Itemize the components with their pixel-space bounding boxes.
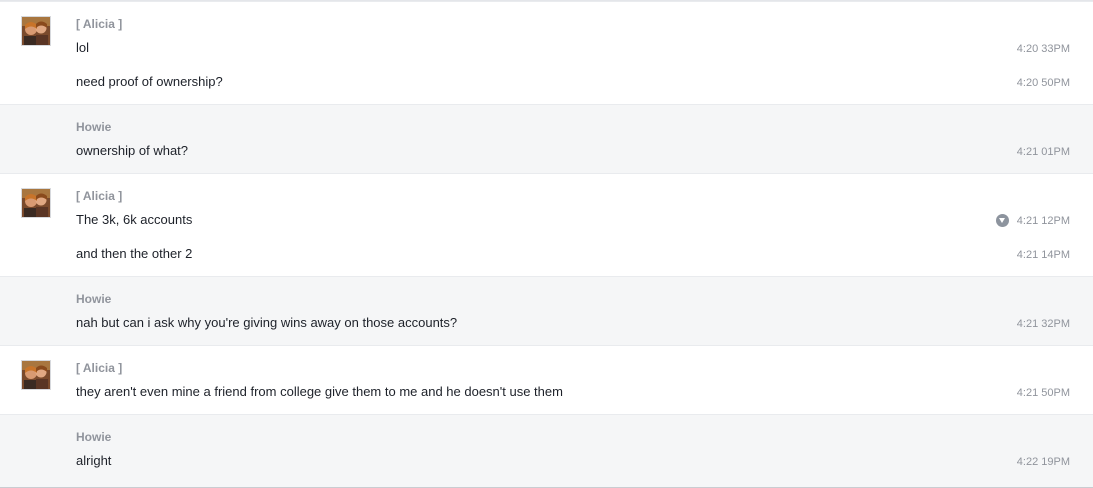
message-text: they aren't even mine a friend from coll… xyxy=(76,384,563,399)
sender-name[interactable]: Howie xyxy=(76,430,111,444)
message-group-alicia: [ Alicia ] The 3k, 6k accounts 4:21 12PM… xyxy=(0,173,1093,276)
sender-name[interactable]: [ Alicia ] xyxy=(76,361,122,375)
message-group-alicia: [ Alicia ] lol 4:20 33PM need proof of o… xyxy=(0,1,1093,104)
message-group-howie: Howie alright 4:22 19PM xyxy=(0,414,1093,487)
avatar[interactable] xyxy=(21,360,51,390)
message-text: need proof of ownership? xyxy=(76,74,223,89)
sender-name[interactable]: Howie xyxy=(76,292,111,306)
message-text: ownership of what? xyxy=(76,143,189,158)
message-group-howie: Howie nah but can i ask why you're givin… xyxy=(0,276,1093,345)
message-timestamp: 4:21 12PM xyxy=(1016,215,1070,227)
message-text: and then the other 2 xyxy=(76,246,193,261)
message-timestamp: 4:20 33PM xyxy=(1016,43,1070,55)
message-timestamp: 4:21 32PM xyxy=(1016,318,1070,330)
message-group-howie: Howie ownership of what? 4:21 01PM xyxy=(0,104,1093,173)
sender-name[interactable]: [ Alicia ] xyxy=(76,189,122,203)
message-timestamp: 4:22 19PM xyxy=(1016,456,1070,468)
avatar[interactable] xyxy=(21,188,51,218)
avatar[interactable] xyxy=(21,16,51,46)
sender-name[interactable]: [ Alicia ] xyxy=(76,17,122,31)
message-text: alright xyxy=(76,453,112,468)
message-text: nah but can i ask why you're giving wins… xyxy=(76,315,458,330)
message-timestamp: 4:21 14PM xyxy=(1016,249,1070,261)
sender-name[interactable]: Howie xyxy=(76,120,111,134)
message-timestamp: 4:20 50PM xyxy=(1016,77,1070,89)
message-timestamp: 4:21 01PM xyxy=(1016,146,1070,158)
message-group-alicia: [ Alicia ] they aren't even mine a frien… xyxy=(0,345,1093,414)
message-text: lol xyxy=(76,40,90,55)
message-timestamp: 4:21 50PM xyxy=(1016,387,1070,399)
message-text: The 3k, 6k accounts xyxy=(76,212,193,227)
chevron-down-circle-icon[interactable] xyxy=(996,214,1009,227)
